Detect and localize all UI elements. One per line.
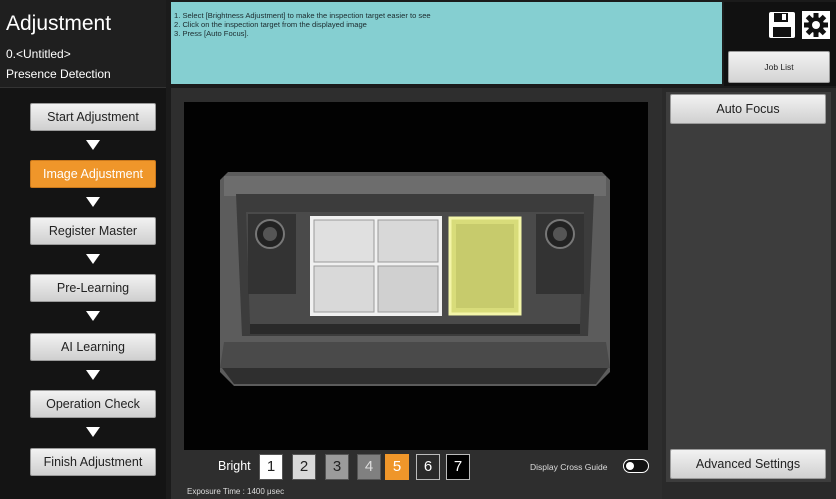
toggle-knob xyxy=(626,462,634,470)
job-list-button[interactable]: Job List xyxy=(728,51,830,83)
step-operation-check[interactable]: Operation Check xyxy=(30,390,156,418)
exposure-time-readout: Exposure Time : 1400 μsec xyxy=(187,487,285,496)
brightness-level-6[interactable]: 6 xyxy=(416,454,440,480)
gear-icon[interactable] xyxy=(801,10,831,40)
page-title: Adjustment xyxy=(6,12,112,35)
step-arrow-icon xyxy=(86,311,100,321)
brightness-level-4[interactable]: 4 xyxy=(357,454,381,480)
brightness-level-3[interactable]: 3 xyxy=(325,454,349,480)
camera-image-viewer[interactable] xyxy=(184,102,648,450)
save-icon[interactable] xyxy=(767,10,797,40)
step-pre-learning[interactable]: Pre-Learning xyxy=(30,274,156,302)
step-start-adjustment[interactable]: Start Adjustment xyxy=(30,103,156,131)
step-arrow-icon xyxy=(86,427,100,437)
job-name: 0.<Untitled> xyxy=(6,47,71,61)
inspection-target-image xyxy=(220,172,610,386)
brightness-level-7[interactable]: 7 xyxy=(446,454,470,480)
advanced-settings-button[interactable]: Advanced Settings xyxy=(670,449,826,479)
instruction-line: 1. Select [Brightness Adjustment] to mak… xyxy=(174,11,431,20)
brightness-level-5[interactable]: 5 xyxy=(385,454,409,480)
step-arrow-icon xyxy=(86,140,100,150)
instruction-panel: 1. Select [Brightness Adjustment] to mak… xyxy=(171,2,722,84)
cross-guide-label: Display Cross Guide xyxy=(530,462,608,472)
brightness-label: Bright xyxy=(218,459,251,473)
brightness-level-1[interactable]: 1 xyxy=(259,454,283,480)
step-register-master[interactable]: Register Master xyxy=(30,217,156,245)
cross-guide-toggle[interactable] xyxy=(623,459,649,473)
instruction-line: 2. Click on the inspection target from t… xyxy=(174,20,367,29)
instruction-line: 3. Press [Auto Focus]. xyxy=(174,29,249,38)
step-arrow-icon xyxy=(86,197,100,207)
right-panel-body xyxy=(666,92,831,482)
step-finish-adjustment[interactable]: Finish Adjustment xyxy=(30,448,156,476)
step-image-adjustment[interactable]: Image Adjustment xyxy=(30,160,156,188)
step-arrow-icon xyxy=(86,254,100,264)
brightness-level-2[interactable]: 2 xyxy=(292,454,316,480)
adjustment-header: Adjustment 0.<Untitled> Presence Detecti… xyxy=(0,0,166,88)
step-arrow-icon xyxy=(86,370,100,380)
step-ai-learning[interactable]: AI Learning xyxy=(30,333,156,361)
detection-mode: Presence Detection xyxy=(6,67,111,81)
auto-focus-button[interactable]: Auto Focus xyxy=(670,94,826,124)
